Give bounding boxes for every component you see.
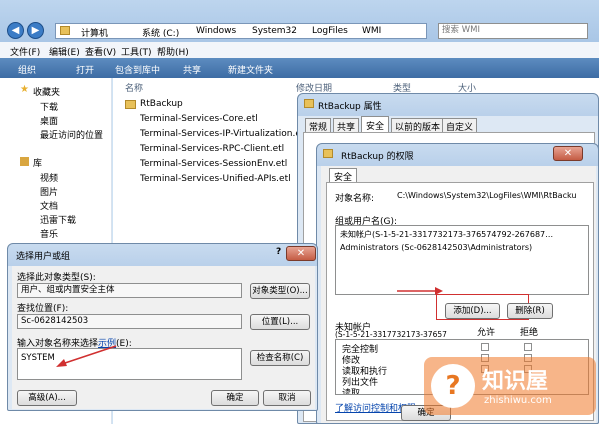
- favorites-header[interactable]: 收藏夹: [33, 85, 60, 98]
- deny-header: 拒绝: [520, 328, 539, 338]
- library-header[interactable]: 库: [33, 156, 42, 169]
- list-item[interactable]: Terminal-Services-IP-Virtualization.etl: [140, 129, 307, 139]
- list-item[interactable]: 未知帐户(S-1-5-21-3317732173-376574792-26768…: [340, 229, 586, 240]
- sidebar-item-videos[interactable]: 视频: [40, 171, 58, 184]
- crumb-logfiles[interactable]: LogFiles: [312, 26, 348, 36]
- object-name-value: SYSTEM: [21, 353, 55, 363]
- object-types-button[interactable]: 对象类型(O)...: [250, 283, 310, 299]
- menu-file[interactable]: 文件(F): [10, 45, 40, 58]
- sidebar-item-recent[interactable]: 最近访问的位置: [40, 128, 103, 141]
- watermark: ? 知识屋 zhishiwu.com: [424, 357, 596, 415]
- watermark-brand: 知识屋: [482, 369, 549, 394]
- toolbar-organize[interactable]: 组织: [18, 63, 36, 76]
- dialog-title: 选择用户或组: [16, 252, 71, 262]
- crumb-computer[interactable]: 计算机: [81, 26, 108, 39]
- search-input[interactable]: 搜索 WMI: [438, 23, 588, 39]
- crumb-c-drive[interactable]: 系统 (C:): [142, 26, 179, 39]
- add-button[interactable]: 添加(D)...: [445, 303, 500, 319]
- folder-icon: [323, 149, 333, 158]
- address-bar[interactable]: 计算机 系统 (C:) Windows System32 LogFiles WM…: [55, 23, 427, 39]
- close-button[interactable]: ✕: [553, 146, 583, 161]
- ok-button[interactable]: 确定: [211, 390, 259, 406]
- permissions-for-sid: (S-1-5-21-3317732173-37657: [335, 330, 447, 339]
- watermark-url: zhishiwu.com: [484, 395, 552, 406]
- menu-tools[interactable]: 工具(T): [121, 45, 152, 58]
- dialog-title: RtBackup 属性: [318, 102, 382, 112]
- deny-checkbox[interactable]: [524, 343, 532, 351]
- folder-icon: [304, 99, 314, 108]
- back-button[interactable]: ◀: [7, 22, 24, 39]
- command-bar: 组织 打开 包含到库中 共享 新建文件夹: [0, 58, 599, 78]
- list-item[interactable]: Terminal-Services-SessionEnv.etl: [140, 159, 287, 169]
- annotation-arrow: [56, 345, 117, 367]
- object-type-field: 用户、组或内置安全主体: [17, 283, 242, 298]
- toolbar-include-library[interactable]: 包含到库中: [115, 63, 160, 76]
- crumb-windows[interactable]: Windows: [196, 26, 236, 36]
- list-item[interactable]: Administrators (Sc-0628142503\Administra…: [340, 243, 586, 252]
- toolbar-new-folder[interactable]: 新建文件夹: [228, 63, 273, 76]
- crumb-system32[interactable]: System32: [252, 26, 297, 36]
- list-item[interactable]: Terminal-Services-RPC-Client.etl: [140, 144, 284, 154]
- select-users-dialog: 选择用户或组 ? ✕ 选择此对象类型(S): 用户、组或内置安全主体 对象类型(…: [7, 243, 318, 411]
- sidebar-item-documents[interactable]: 文档: [40, 199, 58, 212]
- menu-edit[interactable]: 编辑(E): [49, 45, 80, 58]
- table-row: 读取: [342, 389, 361, 395]
- star-icon: ★: [20, 84, 29, 95]
- allow-checkbox[interactable]: [481, 343, 489, 351]
- close-icon: ✕: [296, 248, 306, 259]
- cancel-button[interactable]: 取消: [263, 390, 311, 406]
- list-item[interactable]: RtBackup: [140, 99, 183, 109]
- close-icon: ✕: [563, 148, 573, 159]
- advanced-button[interactable]: 高级(A)...: [17, 390, 77, 406]
- crumb-wmi[interactable]: WMI: [362, 26, 381, 36]
- tab-strip: 常规 共享 安全 以前的版本 自定义: [305, 116, 595, 135]
- column-name[interactable]: 名称: [125, 81, 143, 94]
- select-body: 选择此对象类型(S): 用户、组或内置安全主体 对象类型(O)... 查找位置(…: [12, 266, 315, 409]
- sidebar-item-desktop[interactable]: 桌面: [40, 114, 58, 127]
- object-name-input[interactable]: SYSTEM: [17, 348, 242, 380]
- dialog-title: RtBackup 的权限: [341, 152, 414, 162]
- close-button[interactable]: ✕: [286, 246, 316, 261]
- location-value: Sc-0628142503: [21, 316, 89, 326]
- locations-button[interactable]: 位置(L)...: [250, 314, 310, 330]
- remove-button[interactable]: 删除(R): [507, 303, 553, 319]
- menu-view[interactable]: 查看(V): [85, 45, 116, 58]
- sidebar-item-music[interactable]: 音乐: [40, 227, 58, 240]
- toolbar-share[interactable]: 共享: [183, 63, 201, 76]
- library-icon: [20, 157, 29, 166]
- object-type-label: 选择此对象类型(S):: [17, 273, 96, 283]
- object-name-value: C:\Windows\System32\LogFiles\WMI\RtBacku: [397, 191, 577, 200]
- list-item[interactable]: Terminal-Services-Core.etl: [140, 114, 258, 124]
- search-placeholder: 搜索 WMI: [442, 25, 480, 35]
- folder-icon: [125, 100, 136, 109]
- sidebar-item-pictures[interactable]: 图片: [40, 185, 58, 198]
- check-names-button[interactable]: 检查名称(C): [250, 350, 310, 366]
- location-label: 查找位置(F):: [17, 304, 69, 314]
- allow-header: 允许: [477, 328, 496, 338]
- object-type-value: 用户、组或内置安全主体: [21, 285, 115, 295]
- forward-button[interactable]: ▶: [27, 22, 44, 39]
- sidebar-item-thunder[interactable]: 迅雷下载: [40, 213, 76, 226]
- list-item[interactable]: Terminal-Services-Unified-APIs.etl: [140, 174, 291, 184]
- toolbar-open[interactable]: 打开: [76, 63, 94, 76]
- user-list[interactable]: 未知帐户(S-1-5-21-3317732173-376574792-26768…: [335, 225, 589, 295]
- object-name-label: 对象名称:: [335, 194, 375, 204]
- folder-icon: [60, 26, 70, 35]
- menu-bar: 文件(F) 编辑(E) 查看(V) 工具(T) 帮助(H): [0, 42, 599, 58]
- annotation-arrow: [397, 287, 443, 295]
- location-field: Sc-0628142503: [17, 314, 242, 329]
- menu-help[interactable]: 帮助(H): [157, 45, 189, 58]
- lightbulb-icon: ?: [431, 364, 475, 408]
- sidebar-item-downloads[interactable]: 下载: [40, 100, 58, 113]
- help-button[interactable]: ?: [276, 247, 281, 257]
